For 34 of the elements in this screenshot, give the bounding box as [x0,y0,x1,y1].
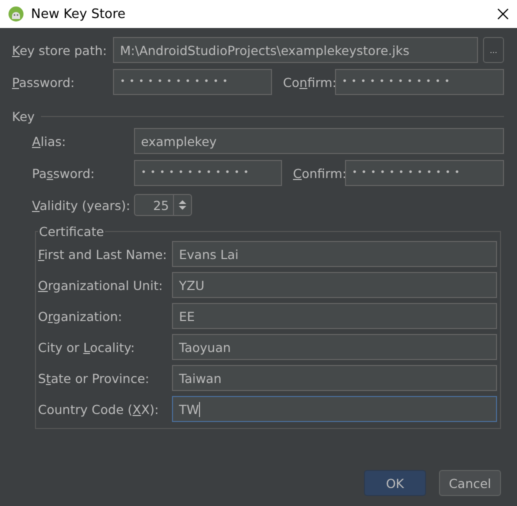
field-label: Password: [12,74,76,90]
input-field[interactable]: M:\AndroidStudioProjects\examplekeystore.jks [113,37,478,63]
input-field[interactable]: Taiwan [172,365,497,391]
input-field[interactable]: YZU [172,272,497,298]
browse-button[interactable]: ... [483,37,504,63]
input-field[interactable]: EE [172,303,497,329]
number-spinner[interactable]: 25 [134,194,192,216]
android-icon [8,6,24,22]
cancel-button[interactable]: Cancel [439,470,501,496]
input-field[interactable]: Taoyuan [172,334,497,360]
field-label: Confirm: [293,166,346,180]
field-label: Validity (years): [32,198,132,212]
field-label: State or Province: [38,370,150,386]
section-title: Key [12,109,35,124]
input-field[interactable]: TW [172,396,497,422]
field-label: City or Locality: [38,340,136,354]
field-label: Country Code (XX): [38,402,160,416]
field-label: Alias: [32,134,67,148]
ok-button[interactable]: OK [364,470,426,496]
field-label: Password: [32,166,96,180]
window-title: New Key Store [31,6,127,22]
close-icon[interactable] [497,8,509,20]
input-field[interactable]: examplekey [134,128,504,154]
field-label: Key store path: [12,42,108,58]
password-field[interactable]: •••••••••••• [335,69,504,95]
password-field[interactable]: •••••••••••• [134,160,282,186]
field-label: Confirm: [283,74,337,90]
group-title: Certificate [38,224,105,239]
password-field[interactable]: •••••••••••• [345,160,504,186]
field-label: First and Last Name: [38,246,168,262]
field-label: Organizational Unit: [38,278,164,292]
password-field[interactable]: •••••••••••• [113,69,272,95]
input-field[interactable]: Evans Lai [172,241,497,267]
field-label: Organization: [38,308,124,324]
